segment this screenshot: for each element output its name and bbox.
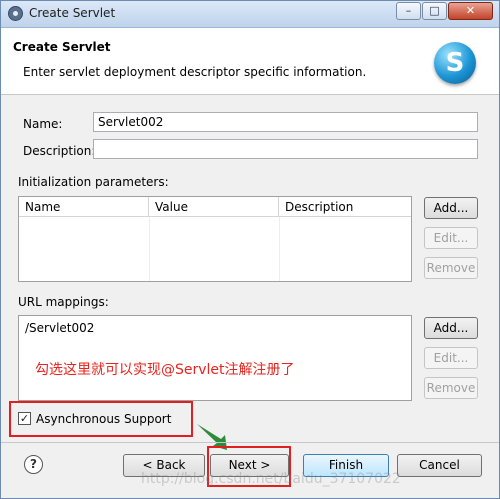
description-field[interactable]: [93, 139, 478, 159]
help-icon[interactable]: ?: [24, 455, 43, 474]
column-header-name[interactable]: Name: [19, 197, 149, 217]
page-description: Enter servlet deployment descriptor spec…: [23, 65, 367, 79]
async-support-checkbox[interactable]: ✓: [18, 412, 31, 425]
url-mappings-label: URL mappings:: [18, 295, 109, 309]
init-params-label: Initialization parameters:: [18, 175, 169, 189]
column-header-description[interactable]: Description: [279, 197, 411, 217]
description-label: Description:: [23, 144, 96, 158]
maximize-button[interactable]: □: [422, 2, 447, 20]
servlet-logo-icon: S: [434, 42, 476, 84]
footer-separator: [1, 442, 499, 443]
url-mappings-remove-button[interactable]: Remove: [424, 377, 478, 399]
minimize-button[interactable]: –: [396, 2, 421, 20]
init-params-table[interactable]: Name Value Description: [18, 196, 412, 282]
window-title: Create Servlet: [29, 6, 116, 20]
url-mappings-add-button[interactable]: Add...: [424, 317, 478, 339]
close-button[interactable]: ✕: [448, 2, 493, 20]
eclipse-app-icon: [8, 6, 23, 21]
name-field[interactable]: Servlet002: [93, 112, 478, 132]
cancel-button[interactable]: Cancel: [397, 454, 482, 477]
url-mappings-list[interactable]: /Servlet002: [18, 315, 412, 401]
create-servlet-dialog: Create Servlet – □ ✕ Create Servlet Ente…: [0, 0, 500, 499]
url-mappings-edit-button[interactable]: Edit...: [424, 347, 478, 369]
column-header-value[interactable]: Value: [149, 197, 279, 217]
watermark-text: http://blog.csdn.net/baidu_37107022: [141, 471, 401, 487]
list-item[interactable]: /Servlet002: [25, 321, 94, 335]
title-bar: Create Servlet – □ ✕: [1, 1, 499, 28]
init-params-add-button[interactable]: Add...: [424, 197, 478, 219]
async-support-label[interactable]: Asynchronous Support: [36, 412, 171, 426]
page-title: Create Servlet: [13, 40, 111, 54]
column-divider: [279, 217, 280, 281]
annotation-text: 勾选这里就可以实现@Servlet注解注册了: [35, 362, 295, 378]
wizard-header: Create Servlet Enter servlet deployment …: [1, 28, 499, 95]
init-params-remove-button[interactable]: Remove: [424, 257, 478, 279]
init-params-edit-button[interactable]: Edit...: [424, 227, 478, 249]
column-divider: [149, 217, 150, 281]
name-label: Name:: [23, 117, 63, 131]
